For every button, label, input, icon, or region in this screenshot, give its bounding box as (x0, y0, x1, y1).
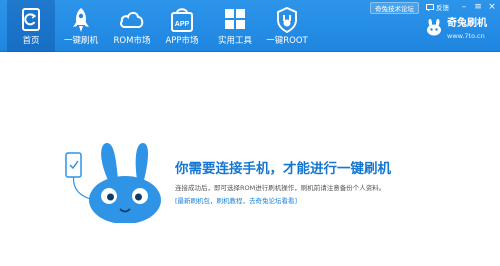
cloud-icon (120, 11, 144, 28)
app-badge-text: APP (175, 21, 190, 28)
nav-utilities-label: 实用工具 (217, 36, 253, 46)
tools-grid-icon (225, 9, 245, 29)
forum-visit-link[interactable]: 去奇兔论坛看看 (249, 197, 295, 205)
root-shield-icon (277, 7, 297, 33)
latest-rom-link[interactable]: 最新刷机包 (178, 197, 211, 205)
menu-button[interactable]: ≡ (472, 1, 484, 13)
minimize-button[interactable]: – (458, 1, 470, 13)
top-toolbar: 首页 一键刷机 ROM市场 APP APP市场 实用工具 一键ROOT 奇兔技术… (0, 0, 500, 52)
nav-one-click-flash[interactable]: 一键刷机 (57, 0, 105, 52)
menu-icon: ≡ (474, 2, 482, 12)
nav-utilities[interactable]: 实用工具 (211, 0, 259, 52)
connect-phone-headline: 你需要连接手机，才能进行一键刷机 (175, 161, 391, 177)
flash-tutorial-link[interactable]: 刷机教程 (217, 197, 243, 205)
nav-one-click-flash-label: 一键刷机 (63, 36, 99, 46)
forum-link[interactable]: 奇兔技术论坛 (370, 2, 419, 14)
rocket-icon (73, 8, 89, 32)
bunny-phone-illustration (65, 143, 161, 223)
help-links: [最新刷机包，刷机教程，去奇兔论坛看看] (175, 197, 297, 206)
connect-phone-hint: 连接成功后，即可选择ROM进行刷机操作，刷机前请注意备份个人资料。 (175, 184, 386, 192)
brand-logo-icon (427, 19, 441, 36)
brand-url: www.7to.cn (447, 32, 485, 40)
nav-rom-market[interactable]: ROM市场 (108, 0, 156, 52)
close-icon: × (488, 2, 496, 12)
app-bag-icon: APP (171, 8, 193, 32)
nav-app-market-label: APP市场 (165, 36, 199, 46)
brand-name: 奇兔刷机 (447, 18, 487, 29)
feedback-label: 反馈 (436, 4, 449, 12)
minimize-icon: – (461, 2, 467, 12)
home-icon (22, 8, 40, 31)
nav-rom-market-label: ROM市场 (113, 36, 151, 46)
nav-home[interactable]: 首页 (7, 0, 55, 52)
feedback-icon (426, 4, 434, 12)
nav-home-label: 首页 (22, 36, 40, 46)
feedback-button[interactable]: 反馈 (426, 2, 449, 14)
close-button[interactable]: × (486, 1, 498, 13)
nav-app-market[interactable]: APP APP市场 (158, 0, 206, 52)
nav-one-click-root-label: 一键ROOT (266, 36, 308, 46)
links-close-bracket: ] (294, 197, 298, 205)
nav-one-click-root[interactable]: 一键ROOT (263, 0, 311, 52)
